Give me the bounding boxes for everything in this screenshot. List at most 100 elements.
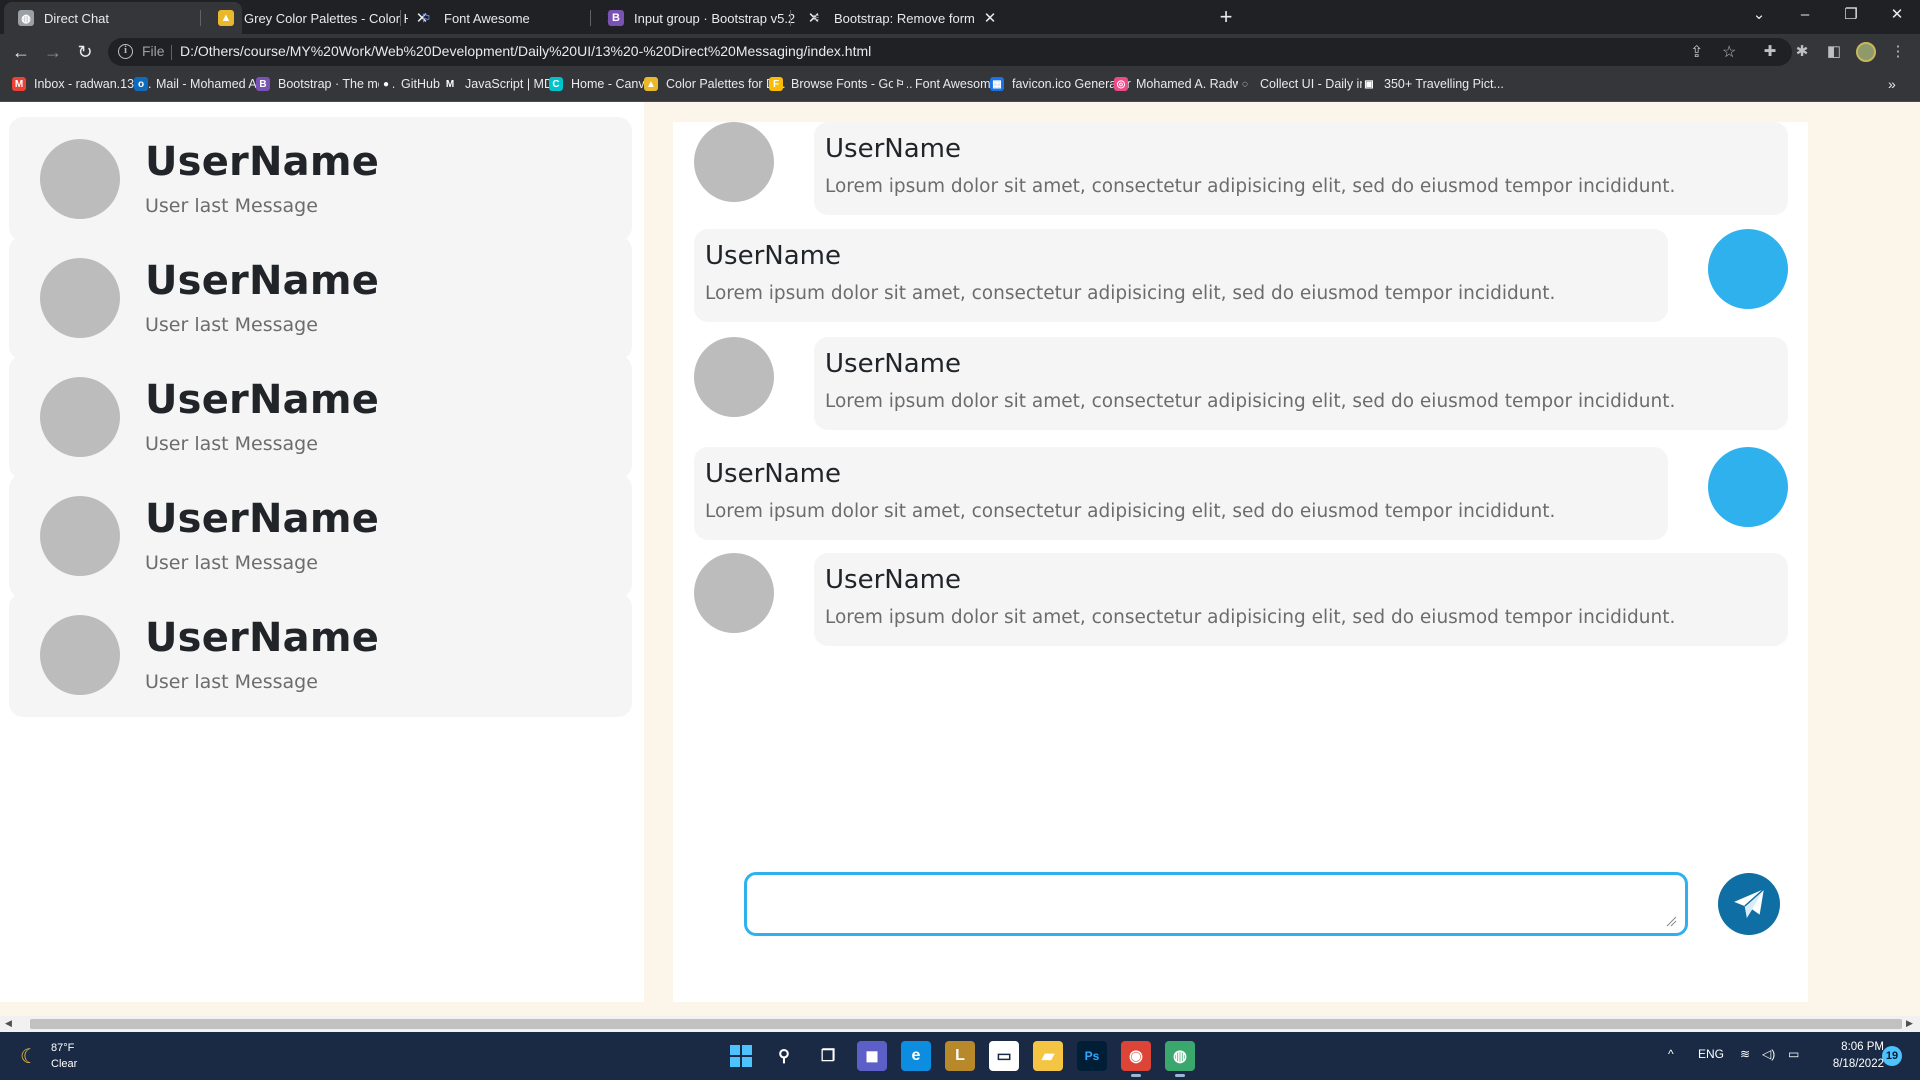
tab-separator xyxy=(790,10,791,26)
weather-description[interactable]: Clear xyxy=(51,1058,77,1070)
bookmark-item[interactable]: ◌ Collect UI - Daily in... xyxy=(1238,77,1377,91)
notification-badge[interactable]: 19 xyxy=(1882,1046,1902,1066)
globe-app-icon[interactable]: ◍ xyxy=(1165,1041,1195,1077)
contact-card[interactable]: UserName User last Message xyxy=(9,236,632,360)
side-panel-icon[interactable]: ◧ xyxy=(1824,42,1844,62)
mail-icon[interactable]: ▭ xyxy=(989,1041,1019,1071)
tab-search-icon[interactable]: ⌄ xyxy=(1736,0,1782,34)
language-indicator[interactable]: ENG xyxy=(1698,1047,1724,1061)
scroll-right-icon[interactable]: ▶ xyxy=(1906,1018,1913,1029)
message-bubble: UserName Lorem ipsum dolor sit amet, cons… xyxy=(814,337,1788,430)
edge-icon[interactable]: e xyxy=(901,1041,931,1071)
tab-separator xyxy=(590,10,591,26)
contact-name: UserName xyxy=(145,615,380,661)
extension-icon[interactable]: ✚ xyxy=(1760,42,1780,62)
message-bubble: UserName Lorem ipsum dolor sit amet, cons… xyxy=(694,447,1668,540)
bookmark-star-icon[interactable]: ☆ xyxy=(1722,42,1736,62)
contact-last-message: User last Message xyxy=(145,195,318,217)
mdn-icon: M xyxy=(443,77,457,91)
bookmark-label: Mohamed A. Radw... xyxy=(1136,77,1252,91)
favicon-generator-icon: ▦ xyxy=(990,77,1004,91)
bookmark-item[interactable]: ▣ 350+ Travelling Pict... xyxy=(1362,77,1504,91)
bookmark-item[interactable]: o Mail - Mohamed A... xyxy=(134,77,267,91)
bookmark-item[interactable]: ▦ favicon.ico Generator xyxy=(990,77,1131,91)
moon-icon[interactable]: ☾ xyxy=(20,1044,38,1069)
resize-grip-icon[interactable] xyxy=(1663,913,1677,927)
page-viewport: UserName User last Message UserName User la… xyxy=(0,102,1920,1016)
tab-title: Input group · Bootstrap v5.2 xyxy=(634,10,796,26)
address-bar[interactable]: i File D:/Others/course/MY%20Work/Web%20… xyxy=(108,38,1792,66)
flag-icon: ⚐ xyxy=(421,12,431,25)
message-input[interactable] xyxy=(744,872,1688,936)
message-bubble: UserName Lorem ipsum dolor sit amet, cons… xyxy=(814,122,1788,215)
tab-separator xyxy=(200,10,201,26)
photoshop-icon[interactable]: Ps xyxy=(1077,1041,1107,1071)
tray-chevron-icon[interactable]: ^ xyxy=(1668,1047,1674,1061)
horizontal-scrollbar[interactable]: ◀ ▶ xyxy=(0,1016,1920,1032)
new-tab-button[interactable]: + xyxy=(1213,4,1239,30)
file-explorer-icon[interactable]: ▰ xyxy=(1033,1041,1063,1071)
minimize-button[interactable]: – xyxy=(1782,0,1828,34)
forward-button[interactable]: → xyxy=(40,39,66,65)
task-view-icon[interactable]: ❐ xyxy=(813,1041,843,1071)
share-icon[interactable]: ⇪ xyxy=(1690,42,1703,62)
volume-icon[interactable]: ◁) xyxy=(1762,1047,1775,1061)
clock-date[interactable]: 8/18/2022 xyxy=(1816,1058,1884,1070)
wifi-icon[interactable]: ≋ xyxy=(1740,1047,1750,1061)
contact-card[interactable]: UserName User last Message xyxy=(9,474,632,598)
battery-icon[interactable]: ▭ xyxy=(1788,1047,1799,1061)
contact-name: UserName xyxy=(145,258,380,304)
scrollbar-thumb[interactable] xyxy=(30,1019,1902,1029)
avatar xyxy=(40,615,120,695)
teams-chat-icon[interactable]: ◼ xyxy=(857,1041,887,1071)
dribbble-icon: ◎ xyxy=(1114,77,1128,91)
chrome-icon[interactable]: ◉ xyxy=(1121,1041,1151,1077)
contact-card[interactable]: UserName User last Message xyxy=(9,355,632,479)
canva-icon: C xyxy=(549,77,563,91)
contact-name: UserName xyxy=(145,377,380,423)
bookmark-item[interactable]: B Bootstrap · The mo... xyxy=(256,77,395,91)
bookmark-item[interactable]: ◎ Mohamed A. Radw... xyxy=(1114,77,1251,91)
url-text[interactable]: D:/Others/course/MY%20Work/Web%20Develop… xyxy=(180,43,871,59)
message-avatar xyxy=(1708,447,1788,527)
contact-name: UserName xyxy=(145,496,380,542)
scroll-left-icon[interactable]: ◀ xyxy=(5,1018,12,1029)
contact-name: UserName xyxy=(145,139,380,185)
browser-menu-icon[interactable]: ⋮ xyxy=(1888,42,1908,62)
league-icon[interactable]: L xyxy=(945,1041,975,1071)
weather-temperature[interactable]: 87°F xyxy=(51,1042,74,1054)
bookmark-item[interactable]: ⚐ Font Awesome xyxy=(893,77,997,91)
bookmark-item[interactable]: M JavaScript | MDN xyxy=(443,77,562,91)
google-fonts-icon: F xyxy=(769,77,783,91)
close-icon[interactable]: ✕ xyxy=(982,9,998,27)
windows-start-icon[interactable] xyxy=(726,1041,756,1071)
restore-button[interactable]: ❐ xyxy=(1828,0,1874,34)
bookmark-label: Home - Canva xyxy=(571,77,652,91)
profile-avatar[interactable] xyxy=(1856,42,1876,62)
avatar xyxy=(40,377,120,457)
close-window-button[interactable]: ✕ xyxy=(1874,0,1920,34)
contact-card[interactable]: UserName User last Message xyxy=(9,593,632,717)
site-info-icon[interactable]: i xyxy=(118,44,133,59)
bookmark-item[interactable]: ▲ Color Palettes for D... xyxy=(644,77,786,91)
browser-tab[interactable]: ≡ Bootstrap: Remove form field bo ✕ xyxy=(794,2,1008,34)
bookmark-item[interactable]: F Browse Fonts - Goo... xyxy=(769,77,913,91)
bookmark-label: GitHub xyxy=(401,77,440,91)
outlook-icon: o xyxy=(134,77,148,91)
bookmarks-overflow-icon[interactable]: » xyxy=(1888,76,1896,92)
search-icon[interactable]: ⚲ xyxy=(769,1041,799,1071)
clock-time[interactable]: 8:06 PM xyxy=(1828,1041,1884,1053)
extensions-puzzle-icon[interactable]: ✱ xyxy=(1792,42,1812,62)
bookmark-item[interactable]: ● GitHub xyxy=(379,77,440,91)
browser-toolbar: ← → ↻ i File D:/Others/course/MY%20Work/… xyxy=(0,34,1920,70)
bookmark-label: Bootstrap · The mo... xyxy=(278,77,396,91)
bookmark-label: Collect UI - Daily in... xyxy=(1260,77,1377,91)
unsplash-icon: ▣ xyxy=(1362,77,1376,91)
back-button[interactable]: ← xyxy=(8,39,34,65)
reload-button[interactable]: ↻ xyxy=(72,39,98,65)
bookmark-item[interactable]: C Home - Canva xyxy=(549,77,652,91)
contact-card[interactable]: UserName User last Message xyxy=(9,117,632,241)
send-button[interactable] xyxy=(1718,873,1780,935)
message-avatar xyxy=(1708,229,1788,309)
bookmark-item[interactable]: M Inbox - radwan.131... xyxy=(12,77,151,91)
